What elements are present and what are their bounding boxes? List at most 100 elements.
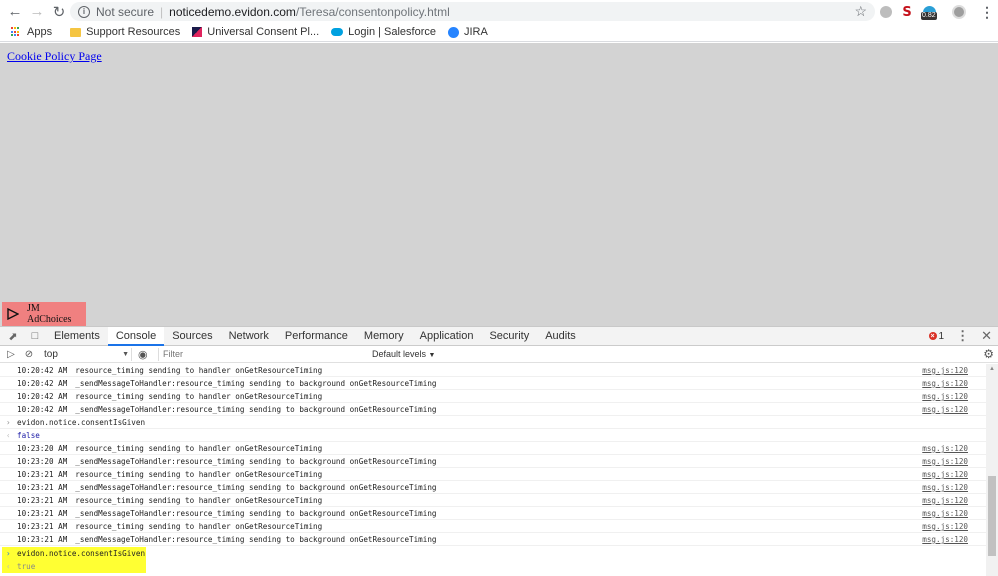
tab-console[interactable]: Console [107,326,165,346]
folder-icon [70,27,82,37]
bookmark-salesforce[interactable]: Login | Salesforce [331,26,436,38]
tab-network[interactable]: Network [221,327,277,346]
adchoices-button[interactable]: JM AdChoices [2,302,86,326]
sidebar-toggle-icon[interactable]: ▷ [2,349,20,360]
source-link[interactable]: msg.js:120 [922,468,968,481]
log-line: 10:23:21 AM _sendMessageToHandler:resourc… [0,481,986,494]
tab-audits[interactable]: Audits [537,327,584,346]
devtools-panel: ⬈ □ Elements Console Sources Network Per… [0,326,998,576]
console-output: 10:20:42 AM resource_timing sending to ha… [0,364,986,576]
clear-console-icon[interactable]: ⊘ [20,349,38,360]
log-line: 10:23:21 AM _sendMessageToHandler:resourc… [0,507,986,520]
forward-arrow-icon[interactable]: → [26,1,48,23]
tab-memory[interactable]: Memory [356,327,412,346]
caret-down-icon: ▼ [428,352,436,359]
console-toolbar: ▷ ⊘ top ▼ ◉ Default levels ▼ ⚙ [0,346,998,363]
log-line: 10:20:42 AM resource_timing sending to ha… [0,364,986,377]
source-link[interactable]: msg.js:120 [922,507,968,520]
ucp-logo-icon [192,27,203,37]
log-line: 10:23:20 AM _sendMessageToHandler:resourc… [0,455,986,468]
adchoices-label: JM AdChoices [26,303,72,325]
tab-performance[interactable]: Performance [277,327,356,346]
page-viewport: Cookie Policy Page JM AdChoices [0,43,998,326]
eye-icon[interactable]: ◉ [138,348,152,361]
log-line: 10:23:20 AM resource_timing sending to ha… [0,442,986,455]
console-scrollbar[interactable]: ▲ [986,364,998,576]
source-link[interactable]: msg.js:120 [922,377,968,390]
close-icon[interactable]: ✕ [981,328,992,344]
bookmark-label: Support Resources [86,26,181,38]
console-result: ‹ false [0,429,986,442]
cookie-policy-link[interactable]: Cookie Policy Page [7,49,102,64]
apps-grid-icon [11,27,21,37]
tab-elements[interactable]: Elements [46,327,108,346]
log-line: 10:20:42 AM _sendMessageToHandler:resourc… [0,377,986,390]
result-chevron-icon: ‹ [6,431,11,440]
error-icon: × [928,332,937,340]
extension-s-icon[interactable]: S [900,5,914,20]
bookmark-universal-consent[interactable]: Universal Consent Pl... [192,26,319,38]
bookmark-jira[interactable]: JIRA [448,26,488,38]
extension-grey-icon[interactable] [880,6,892,18]
context-value: top [44,348,58,360]
devtools-tabbar: ⬈ □ Elements Console Sources Network Per… [0,326,998,346]
inspect-element-icon[interactable]: ⬈ [2,327,24,346]
log-line: 10:20:42 AM _sendMessageToHandler:resourc… [0,403,986,416]
error-count-badge[interactable]: × 1 [928,330,945,342]
browser-toolbar: ← → ↻ i Not secure | noticedemo.evidon.c… [0,0,998,23]
bookmark-apps[interactable]: Apps [11,26,52,38]
console-eager-result: ‹ true [6,562,36,571]
devtools-menu-icon[interactable]: ⋮ [956,328,969,344]
device-toolbar-icon[interactable]: □ [24,327,46,346]
log-levels-dropdown[interactable]: Default levels ▼ [372,349,435,359]
bookmark-label: Apps [27,26,53,38]
source-link[interactable]: msg.js:120 [922,442,968,455]
source-link[interactable]: msg.js:120 [922,403,968,416]
address-bar[interactable]: i Not secure | noticedemo.evidon.com /Te… [70,2,875,21]
security-label: Not secure [96,4,155,19]
log-line: 10:23:21 AM resource_timing sending to ha… [0,494,986,507]
bookmark-label: Universal Consent Pl... [207,26,320,38]
source-link[interactable]: msg.js:120 [922,481,968,494]
bookmark-support-resources[interactable]: Support Resources [70,26,180,38]
jira-icon [448,26,459,38]
console-command[interactable]: › evidon.notice.consentIsGiven [0,547,986,560]
console-command: › evidon.notice.consentIsGiven [0,416,986,429]
tab-security[interactable]: Security [481,327,537,346]
bookmark-label: JIRA [464,26,488,38]
devtools-right-controls: × 1 ⋮ ✕ [928,328,998,344]
source-link[interactable]: msg.js:120 [922,494,968,507]
adchoices-triangle-icon [7,308,19,320]
context-select[interactable]: top ▼ [42,347,132,361]
log-line: 10:23:21 AM _sendMessageToHandler:resourc… [0,533,986,546]
url-path: /Teresa/consentonpolicy.html [295,4,450,19]
bookmark-star-icon[interactable]: ☆ [854,2,867,21]
back-arrow-icon[interactable]: ← [4,1,26,23]
log-line: 10:23:21 AM resource_timing sending to ha… [0,520,986,533]
filter-input[interactable] [158,347,368,361]
levels-label: Default levels [372,349,427,359]
source-link[interactable]: msg.js:120 [922,364,968,377]
extension-badge-icon[interactable]: 0.82 [921,5,937,20]
prompt-chevron-icon: › [6,418,11,427]
info-icon[interactable]: i [78,5,90,18]
caret-down-icon: ▼ [122,350,129,358]
scroll-up-icon[interactable]: ▲ [989,366,995,372]
source-link[interactable]: msg.js:120 [922,455,968,468]
source-link[interactable]: msg.js:120 [922,390,968,403]
log-line: 10:20:42 AM resource_timing sending to ha… [0,390,986,403]
bookmarks-bar: Apps Support Resources Universal Consent… [0,23,998,42]
log-line: 10:23:21 AM resource_timing sending to ha… [0,468,986,481]
settings-gear-icon[interactable]: ⚙ [983,347,994,361]
tab-application[interactable]: Application [412,327,482,346]
reload-icon[interactable]: ↻ [48,1,70,23]
error-count: 1 [938,330,945,342]
source-link[interactable]: msg.js:120 [922,533,968,546]
tab-sources[interactable]: Sources [164,327,220,346]
browser-menu-icon[interactable]: ⋮ [980,4,994,21]
profile-avatar-icon[interactable] [952,5,966,19]
prompt-chevron-icon: › [6,549,11,558]
scroll-thumb[interactable] [988,476,996,556]
source-link[interactable]: msg.js:120 [922,520,968,533]
url-host: noticedemo.evidon.com [169,4,296,19]
